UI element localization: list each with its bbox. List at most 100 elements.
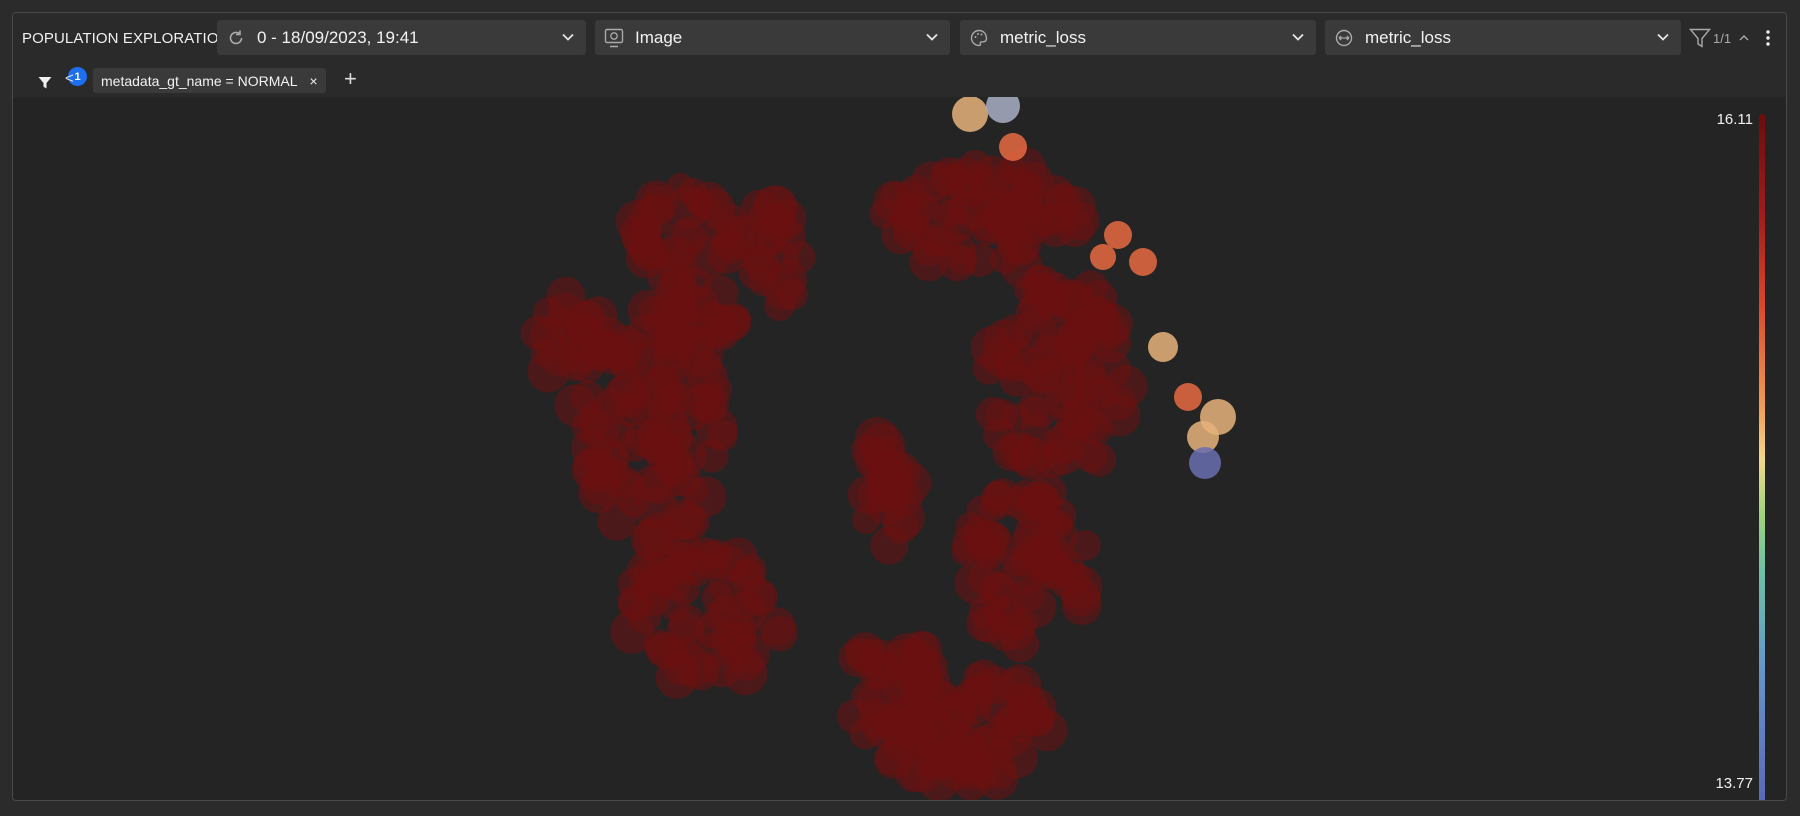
scatter-point[interactable] xyxy=(968,560,1004,597)
scatter-point[interactable] xyxy=(851,680,882,712)
scatter-point[interactable] xyxy=(982,593,1014,625)
scatter-point[interactable] xyxy=(529,317,568,355)
chevron-up-icon[interactable] xyxy=(1737,31,1751,45)
colorbar-max-label: 16.11 xyxy=(1716,111,1753,128)
scatter-point[interactable] xyxy=(739,578,778,616)
funnel-icon[interactable] xyxy=(37,75,53,91)
funnel-icon[interactable] xyxy=(1688,26,1712,50)
scatter-point[interactable] xyxy=(972,723,1011,762)
scatter-point[interactable] xyxy=(616,484,650,518)
more-options-button[interactable] xyxy=(1765,13,1771,63)
scatter-point[interactable] xyxy=(637,425,676,463)
scatter-point[interactable] xyxy=(1148,332,1178,362)
chevron-down-icon xyxy=(926,33,938,41)
image-icon xyxy=(603,27,625,49)
scatter-point[interactable] xyxy=(527,350,570,393)
color-by-select[interactable]: metric_loss xyxy=(960,20,1316,55)
scatter-plot[interactable] xyxy=(13,97,1787,801)
scatter-point[interactable] xyxy=(554,384,598,428)
scatter-point[interactable] xyxy=(999,133,1027,161)
scatter-point[interactable] xyxy=(870,469,901,500)
scatter-point[interactable] xyxy=(610,610,654,654)
filter-count: 1/1 xyxy=(1713,30,1732,46)
collapse-filters-button[interactable]: < xyxy=(65,70,74,87)
scatter-point[interactable] xyxy=(1071,408,1108,445)
scatter-point[interactable] xyxy=(963,243,998,277)
scatter-point[interactable] xyxy=(762,268,805,310)
scatter-point[interactable] xyxy=(1023,264,1054,295)
scatter-point[interactable] xyxy=(767,198,807,238)
remove-filter-button[interactable]: × xyxy=(310,73,318,89)
more-vertical-icon[interactable] xyxy=(1765,29,1771,47)
scatter-point[interactable] xyxy=(630,195,673,238)
scatter-point[interactable] xyxy=(895,758,930,793)
scatter-point[interactable] xyxy=(954,767,988,801)
scatter-point[interactable] xyxy=(644,389,676,422)
visualization-type-select[interactable]: Image xyxy=(595,20,950,55)
scatter-point[interactable] xyxy=(706,420,739,452)
scatter-point[interactable] xyxy=(1129,248,1157,276)
filter-toggle[interactable]: 1/1 xyxy=(1688,13,1751,63)
scatter-point[interactable] xyxy=(952,97,988,132)
scatter-point[interactable] xyxy=(985,398,1019,432)
scatter-point[interactable] xyxy=(1024,483,1060,518)
scatter-point[interactable] xyxy=(1012,585,1057,629)
scatter-point[interactable] xyxy=(979,494,1008,523)
size-by-select[interactable]: metric_loss xyxy=(1325,20,1681,55)
scatter-point[interactable] xyxy=(1073,270,1109,305)
filter-chip[interactable]: metadata_gt_name = NORMAL × xyxy=(93,68,326,93)
toolbar: POPULATION EXPLORATION 0 - 18/09/2023, 1… xyxy=(13,13,1786,64)
scatter-point[interactable] xyxy=(988,618,1021,652)
scatter-point[interactable] xyxy=(892,661,922,691)
scatter-point[interactable] xyxy=(578,472,619,514)
scatter-point[interactable] xyxy=(1056,209,1095,248)
scatter-point[interactable] xyxy=(1061,584,1102,626)
scatter-point[interactable] xyxy=(997,314,1034,350)
scatter-point[interactable] xyxy=(1189,447,1221,479)
scatter-point[interactable] xyxy=(1027,544,1066,583)
scatter-plot-area[interactable]: 16.11 13.77 xyxy=(13,97,1786,800)
filter-bar: 1 < metadata_gt_name = NORMAL × + xyxy=(13,63,1786,98)
colorbar-min-label: 13.77 xyxy=(1715,775,1753,792)
scatter-point[interactable] xyxy=(585,316,629,360)
scatter-point[interactable] xyxy=(692,540,731,579)
palette-icon xyxy=(968,27,990,49)
version-select-value: 0 - 18/09/2023, 19:41 xyxy=(257,27,419,47)
scatter-point[interactable] xyxy=(723,651,768,696)
scatter-point[interactable] xyxy=(667,572,701,605)
scatter-point[interactable] xyxy=(1174,383,1202,411)
scatter-point[interactable] xyxy=(1090,244,1116,270)
scatter-point[interactable] xyxy=(870,526,909,565)
color-by-value: metric_loss xyxy=(1000,27,1086,47)
scatter-point[interactable] xyxy=(1035,443,1071,478)
scatter-point[interactable] xyxy=(1024,359,1061,395)
filter-chip-label: metadata_gt_name = NORMAL xyxy=(101,72,298,89)
scatter-point[interactable] xyxy=(1081,442,1117,477)
scatter-point[interactable] xyxy=(1076,297,1120,340)
chevron-down-icon xyxy=(1657,33,1669,41)
scatter-point[interactable] xyxy=(852,505,881,534)
scatter-point[interactable] xyxy=(919,665,951,698)
scatter-point[interactable] xyxy=(966,659,1001,694)
scatter-point[interactable] xyxy=(653,318,695,360)
scatter-point[interactable] xyxy=(706,233,747,274)
scatter-point[interactable] xyxy=(695,188,736,229)
scatter-point[interactable] xyxy=(929,161,965,196)
scatter-point[interactable] xyxy=(986,97,1020,123)
scatter-point[interactable] xyxy=(1104,221,1132,249)
scatter-point[interactable] xyxy=(659,248,698,288)
refresh-icon[interactable] xyxy=(225,27,247,49)
scatter-point[interactable] xyxy=(1019,396,1049,426)
version-select[interactable]: 0 - 18/09/2023, 19:41 xyxy=(217,20,586,55)
scatter-point[interactable] xyxy=(693,392,727,425)
scatter-point[interactable] xyxy=(880,699,921,740)
scatter-point[interactable] xyxy=(897,191,941,235)
scatter-point[interactable] xyxy=(722,619,757,654)
scatter-point[interactable] xyxy=(639,559,668,589)
scatter-point[interactable] xyxy=(1073,355,1106,388)
scatter-point[interactable] xyxy=(672,646,715,688)
scatter-point[interactable] xyxy=(952,524,990,563)
scatter-point[interactable] xyxy=(1038,319,1080,362)
add-filter-button[interactable]: + xyxy=(344,67,357,91)
filter-button[interactable]: 1 xyxy=(35,67,87,92)
